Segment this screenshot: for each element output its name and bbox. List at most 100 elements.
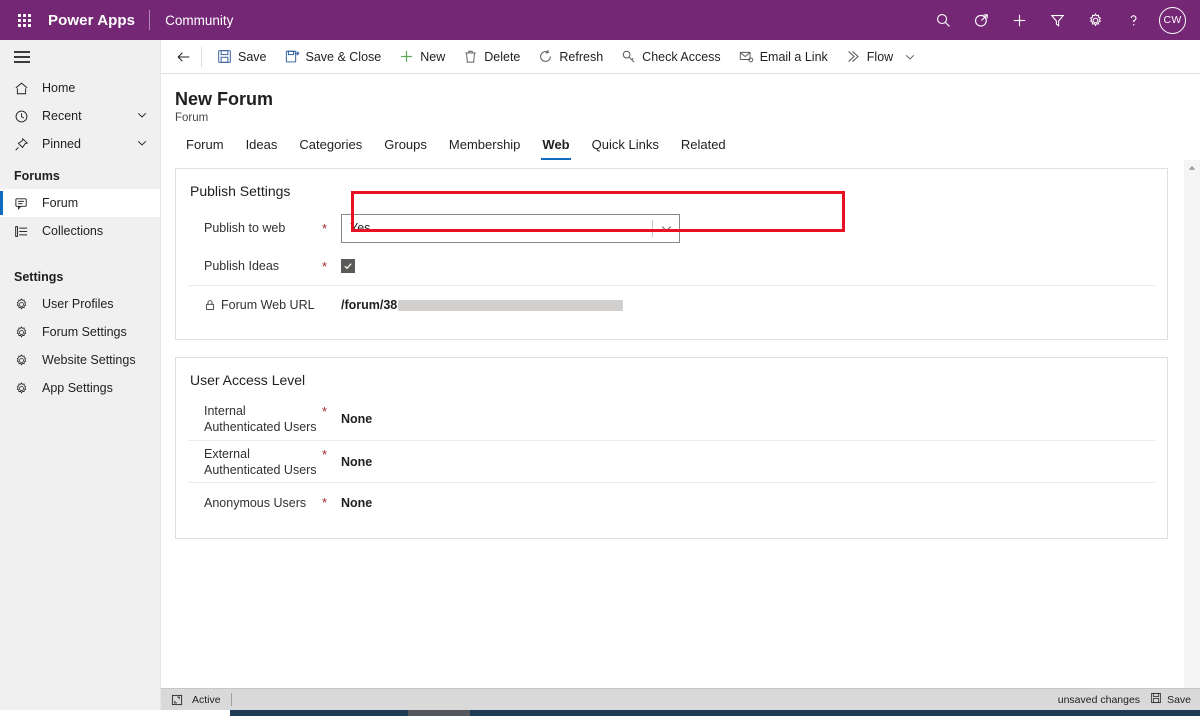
chrome-segment-mid	[408, 710, 470, 716]
lock-icon	[204, 299, 216, 311]
forum-icon	[14, 196, 32, 211]
internal-authenticated-users-label: Internal Authenticated Users	[204, 404, 317, 434]
help-icon[interactable]	[1114, 0, 1152, 40]
user-access-level-section: User Access Level Internal Authenticated…	[175, 357, 1168, 539]
sidebar-item-website-settings[interactable]: Website Settings	[0, 346, 160, 374]
tab-quick-links[interactable]: Quick Links	[581, 137, 670, 160]
chevron-down-icon[interactable]	[136, 137, 148, 152]
sitemap-sidebar: Home Recent Pinned Forums Forum Collecti…	[0, 40, 161, 688]
sidebar-item-app-settings[interactable]: App Settings	[0, 374, 160, 402]
save-close-icon	[285, 49, 300, 64]
save-and-close-button[interactable]: Save & Close	[276, 40, 391, 74]
check-access-button[interactable]: Check Access	[612, 40, 730, 74]
publish-to-web-row: Publish to web * Yes	[188, 209, 1155, 247]
chevron-down-icon[interactable]	[136, 109, 148, 124]
power-apps-window: Power Apps Community CW Home Recent Pinn…	[0, 0, 1200, 716]
anonymous-users-row: Anonymous Users * None	[188, 482, 1155, 522]
gear-icon	[14, 297, 32, 312]
command-label: Delete	[484, 49, 521, 64]
publish-to-web-select[interactable]: Yes	[341, 213, 680, 243]
sidebar-footer	[0, 688, 161, 710]
sidebar-item-collections[interactable]: Collections	[0, 217, 160, 245]
trash-icon	[463, 49, 478, 64]
external-authenticated-users-label: External Authenticated Users	[204, 446, 317, 477]
record-header: New Forum Forum	[161, 74, 1200, 124]
external-authenticated-users-row: External Authenticated Users * None	[188, 440, 1155, 482]
sidebar-item-label: Forum Settings	[42, 325, 127, 339]
tab-web[interactable]: Web	[531, 137, 580, 160]
key-icon	[621, 49, 636, 64]
save-button[interactable]: Save	[208, 40, 276, 74]
vertical-scrollbar[interactable]	[1184, 160, 1200, 716]
internal-authenticated-users-value[interactable]: None	[341, 412, 372, 426]
email-a-link-button[interactable]: Email a Link	[730, 40, 837, 74]
required-indicator: *	[322, 495, 328, 510]
waffle-grid	[17, 13, 31, 27]
delete-button[interactable]: Delete	[454, 40, 529, 74]
sidebar-item-recent[interactable]: Recent	[0, 102, 160, 130]
publish-ideas-checkbox[interactable]	[341, 259, 355, 273]
redacted-url-block	[398, 299, 624, 311]
new-button[interactable]: New	[390, 40, 454, 74]
command-label: Email a Link	[759, 49, 828, 64]
required-indicator: *	[322, 447, 328, 462]
chevron-down-icon[interactable]	[653, 222, 679, 235]
flow-icon	[846, 49, 861, 64]
collections-icon	[14, 224, 32, 239]
sidebar-item-pinned[interactable]: Pinned	[0, 130, 160, 158]
refresh-button[interactable]: Refresh	[529, 40, 612, 74]
sidebar-group-forums: Forums	[14, 169, 60, 183]
sidebar-item-user-profiles[interactable]: User Profiles	[0, 290, 160, 318]
plus-icon	[399, 49, 414, 64]
save-icon	[217, 49, 232, 64]
tab-membership[interactable]: Membership	[438, 137, 532, 160]
main-content-area: Save Save & Close New Delete Refresh Che…	[161, 40, 1200, 716]
sidebar-item-forum[interactable]: Forum	[0, 189, 160, 217]
brand-title[interactable]: Power Apps	[48, 12, 149, 29]
flow-chevron-down-icon[interactable]	[902, 40, 924, 74]
form-tab-list: Forum Ideas Categories Groups Membership…	[161, 124, 1200, 160]
publish-to-web-label: Publish to web	[204, 221, 286, 235]
user-avatar[interactable]: CW	[1159, 6, 1186, 34]
sidebar-item-forum-settings[interactable]: Forum Settings	[0, 318, 160, 346]
tab-related[interactable]: Related	[670, 137, 737, 160]
gear-icon	[14, 353, 32, 368]
forum-web-url-text: /forum/38	[341, 297, 398, 312]
settings-icon[interactable]	[1076, 0, 1114, 40]
app-name-label[interactable]: Community	[150, 13, 233, 28]
flow-button[interactable]: Flow	[837, 40, 902, 74]
forum-web-url-value: /forum/38	[341, 297, 624, 312]
gear-icon	[14, 325, 32, 340]
gear-icon	[14, 381, 32, 396]
scroll-up-arrow-icon[interactable]	[1184, 160, 1200, 176]
sidebar-item-label: Website Settings	[42, 353, 136, 367]
chrome-segment-left	[230, 710, 408, 716]
search-icon[interactable]	[924, 0, 962, 40]
required-indicator: *	[322, 404, 328, 419]
entity-name-label: Forum	[175, 112, 209, 124]
external-authenticated-users-value[interactable]: None	[341, 455, 372, 469]
form-status-bar: Active unsaved changes Save	[161, 688, 1200, 710]
expand-icon[interactable]	[161, 694, 192, 706]
back-arrow-icon[interactable]	[169, 40, 199, 74]
record-status-label: Active	[192, 693, 221, 706]
app-launcher-icon[interactable]	[0, 0, 48, 40]
tab-ideas[interactable]: Ideas	[235, 137, 289, 160]
tab-forum[interactable]: Forum	[175, 137, 235, 160]
anonymous-users-value[interactable]: None	[341, 496, 372, 510]
filter-icon[interactable]	[1038, 0, 1076, 40]
tab-groups[interactable]: Groups	[373, 137, 438, 160]
quick-create-icon[interactable]	[1000, 0, 1038, 40]
status-save-button[interactable]: Save	[1150, 692, 1191, 707]
hamburger-lines	[14, 51, 30, 63]
assistant-icon[interactable]	[962, 0, 1000, 40]
unsaved-changes-label: unsaved changes	[1057, 693, 1141, 706]
sidebar-item-home[interactable]: Home	[0, 74, 160, 102]
page-title: New Forum	[175, 89, 274, 109]
tab-categories[interactable]: Categories	[288, 137, 373, 160]
required-indicator: *	[322, 220, 328, 236]
email-link-icon	[739, 49, 754, 64]
sitemap-toggle-icon[interactable]	[0, 40, 160, 74]
sidebar-item-label: Collections	[42, 224, 104, 238]
